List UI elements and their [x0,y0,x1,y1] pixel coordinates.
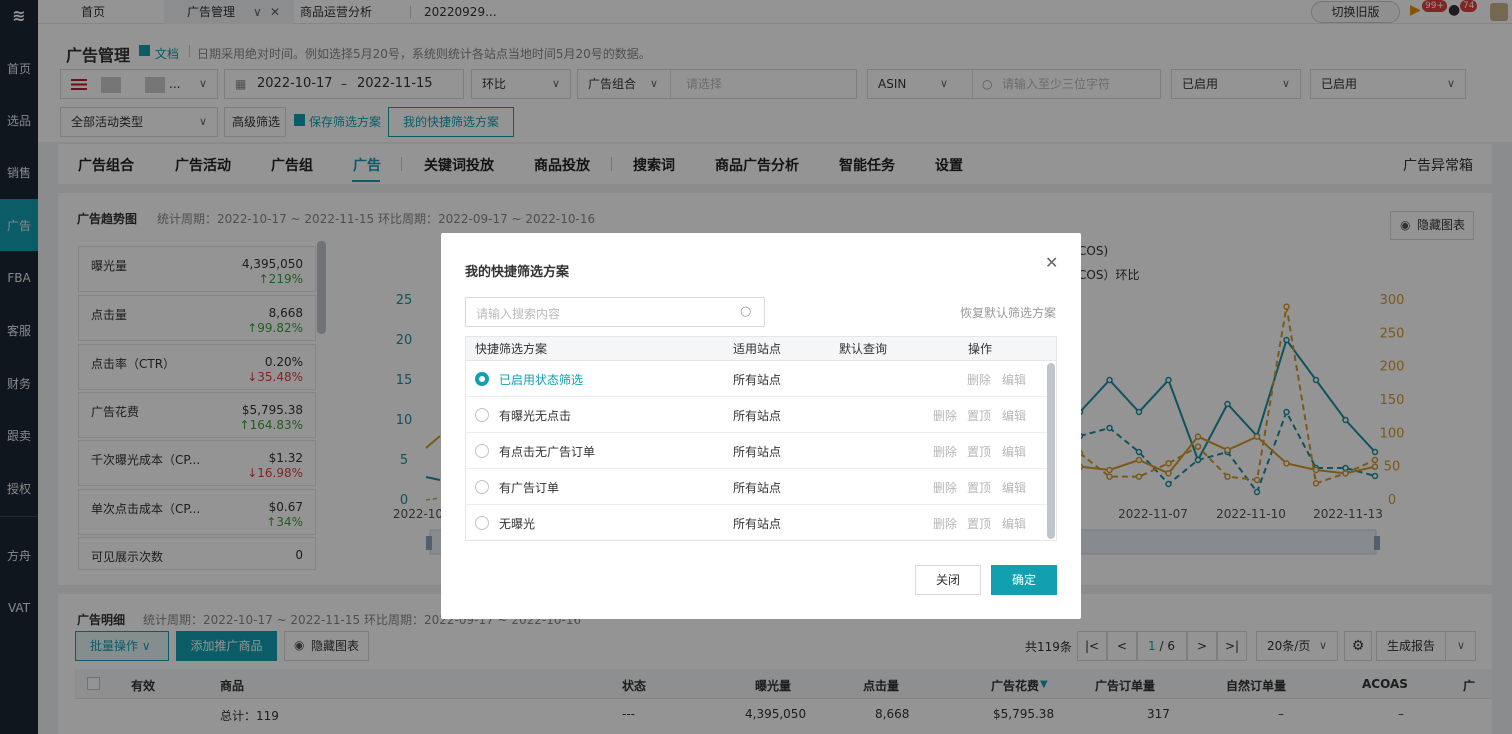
modal-search-placeholder: 请输入搜索内容 [476,307,561,321]
col-plan-name: 快捷筛选方案 [475,342,548,356]
plan-table-scrollbar[interactable] [1047,363,1055,539]
edit-link[interactable]: 编辑 [1002,515,1026,532]
pin-top-link[interactable]: 置顶 [967,407,991,424]
plan-site: 所有站点 [733,445,782,459]
plan-site: 所有站点 [733,481,782,495]
search-icon: ○ [740,304,752,319]
delete-link[interactable]: 删除 [933,515,957,532]
plan-site: 所有站点 [733,373,782,387]
edit-link[interactable]: 编辑 [1002,407,1026,424]
plan-radio[interactable] [475,408,489,422]
plan-radio[interactable] [475,516,489,530]
edit-link[interactable]: 编辑 [1002,479,1026,496]
delete-link[interactable]: 删除 [967,371,991,388]
plan-name: 有广告订单 [499,481,560,495]
col-actions: 操作 [968,342,993,356]
modal-search-input[interactable]: 请输入搜索内容 ○ [465,297,765,327]
plan-table-header: 快捷筛选方案 适用站点 默认查询 操作 [466,337,1056,361]
pin-top-link[interactable]: 置顶 [967,479,991,496]
col-default: 默认查询 [839,342,888,356]
plan-name: 无曝光 [499,517,536,531]
restore-default-link[interactable]: 恢复默认筛选方案 [960,304,1056,321]
delete-link[interactable]: 删除 [933,443,957,460]
confirm-button[interactable]: 确定 [991,565,1057,595]
delete-link[interactable]: 删除 [933,407,957,424]
plan-name: 有点击无广告订单 [499,445,596,459]
plan-table: 快捷筛选方案 适用站点 默认查询 操作 已启用状态筛选 所有站点 删除 编辑 有… [465,336,1057,541]
plan-radio[interactable] [475,480,489,494]
plan-row[interactable]: 有曝光无点击 所有站点 删除 置顶 编辑 [466,397,1048,433]
delete-link[interactable]: 删除 [933,479,957,496]
modal-title: 我的快捷筛选方案 [465,265,570,280]
close-button[interactable]: 关闭 [915,565,981,595]
quick-filter-modal: 我的快捷筛选方案 ✕ 请输入搜索内容 ○ 恢复默认筛选方案 快捷筛选方案 适用站… [441,233,1081,619]
plan-site: 所有站点 [733,517,782,531]
plan-row[interactable]: 已启用状态筛选 所有站点 删除 编辑 [466,361,1048,397]
close-icon[interactable]: ✕ [1045,253,1058,272]
plan-name: 已启用状态筛选 [499,373,584,387]
edit-link[interactable]: 编辑 [1002,443,1026,460]
plan-row[interactable]: 有点击无广告订单 所有站点 删除 置顶 编辑 [466,433,1048,469]
plan-radio-selected[interactable] [475,372,489,386]
col-site: 适用站点 [733,342,782,356]
plan-site: 所有站点 [733,409,782,423]
plan-row[interactable]: 有广告订单 所有站点 删除 置顶 编辑 [466,469,1048,505]
plan-name: 有曝光无点击 [499,409,572,423]
plan-radio[interactable] [475,444,489,458]
pin-top-link[interactable]: 置顶 [967,515,991,532]
plan-row[interactable]: 无曝光 所有站点 删除 置顶 编辑 [466,505,1048,541]
edit-link[interactable]: 编辑 [1002,371,1026,388]
pin-top-link[interactable]: 置顶 [967,443,991,460]
